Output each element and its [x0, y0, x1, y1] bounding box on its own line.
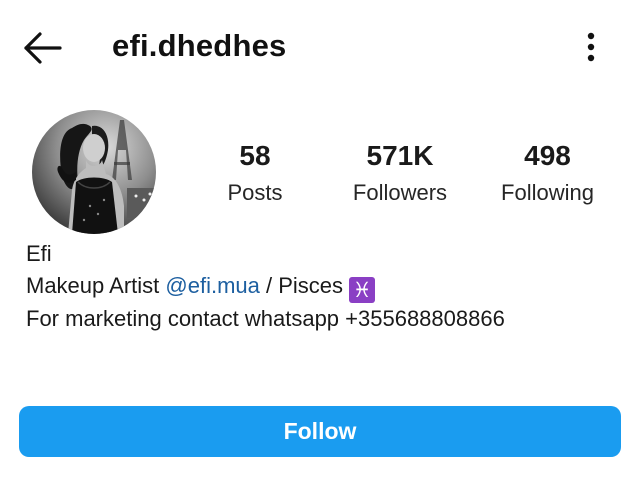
followers-stat[interactable]: 571K Followers [335, 136, 465, 210]
profile-bio: Efi Makeup Artist @efi.mua / Pisces ♓ Fo… [26, 238, 626, 335]
pisces-emoji-icon: ♓ [349, 277, 376, 303]
display-name: Efi [26, 241, 52, 266]
posts-label: Posts [227, 180, 283, 205]
more-vertical-icon [587, 32, 595, 62]
profile-photo [32, 110, 156, 234]
followers-count: 571K [366, 140, 434, 171]
follow-button[interactable]: Follow [19, 406, 621, 457]
profile-header: efi.dhedhes [0, 0, 640, 95]
bio-text: / Pisces [259, 273, 350, 298]
following-stat[interactable]: 498 Following [480, 136, 615, 210]
bio-line-2: For marketing contact whatsapp +35568880… [26, 306, 505, 331]
profile-avatar[interactable] [32, 110, 156, 234]
followers-label: Followers [352, 180, 448, 205]
posts-stat[interactable]: 58 Posts [205, 136, 305, 210]
back-button[interactable] [20, 28, 64, 68]
profile-page: efi.dhedhes 58 Posts 571K Followers 498 … [0, 0, 640, 500]
profile-username: efi.dhedhes [112, 28, 287, 63]
mention-link[interactable]: @efi.mua [165, 273, 259, 298]
following-label: Following [501, 180, 594, 205]
more-options-button[interactable] [574, 28, 608, 68]
posts-count: 58 [239, 140, 271, 171]
bio-line-1: Makeup Artist @efi.mua / Pisces ♓ [26, 270, 626, 303]
following-count: 498 [524, 140, 571, 171]
arrow-left-icon [24, 32, 62, 64]
bio-text: Makeup Artist [26, 273, 166, 298]
